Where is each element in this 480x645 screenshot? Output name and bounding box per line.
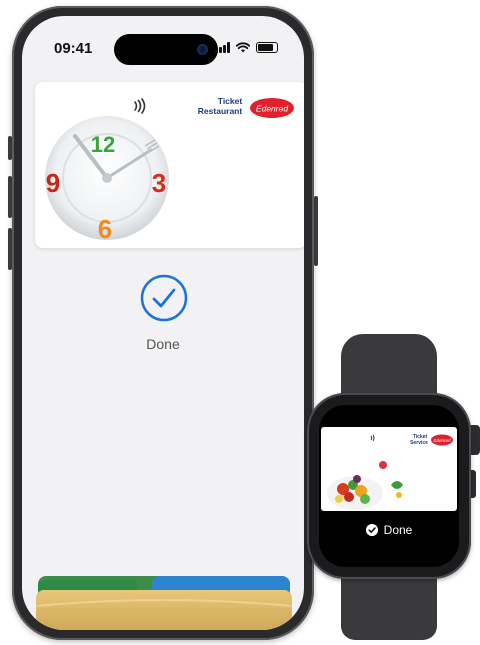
- brand-line2: Restaurant: [198, 106, 243, 116]
- watch-ticket-service-logo: Ticket Service Edenred: [410, 434, 453, 446]
- vegetable-salad-illustration: [327, 461, 403, 510]
- clock-digit-9: 9: [46, 168, 60, 198]
- brand-badge: Edenred: [256, 104, 288, 114]
- dynamic-island: [114, 34, 218, 65]
- done-label: Done: [146, 336, 180, 352]
- power-button: [314, 196, 318, 266]
- ticket-restaurant-logo: Ticket Restaurant Edenred: [198, 96, 294, 118]
- clock-digit-3: 3: [152, 168, 166, 198]
- watch-checkmark-icon: [365, 524, 378, 536]
- phone-screen: 09:41 Ticket Restaurant Edenred 12 3 6 9…: [22, 16, 304, 630]
- watch-done-label: Done: [383, 523, 413, 537]
- clock-plate-illustration: 12 3 6 9: [45, 116, 169, 244]
- status-time: 09:41: [54, 40, 93, 57]
- wifi-icon: [236, 42, 250, 53]
- brand-line1: Ticket: [218, 96, 243, 106]
- clock-digit-12: 12: [91, 132, 115, 157]
- checkmark-circle-icon: [140, 274, 188, 322]
- watch-screen: Ticket Service Edenred Done: [319, 405, 459, 567]
- watch-payment-card[interactable]: Ticket Service Edenred: [321, 427, 457, 511]
- battery-icon: [256, 42, 278, 53]
- volume-up-button: [8, 176, 12, 218]
- cellular-signal-icon: [215, 42, 230, 53]
- apple-watch-device: Ticket Service Edenred Done: [307, 393, 471, 579]
- payment-card[interactable]: Ticket Restaurant Edenred 12 3 6 9: [35, 82, 304, 248]
- status-icons: [215, 42, 278, 53]
- watch-contactless-icon: [370, 434, 375, 442]
- volume-down-button: [8, 228, 12, 270]
- clock-digit-6: 6: [98, 214, 112, 244]
- status-bar: 09:41: [22, 16, 304, 66]
- action-button: [8, 136, 12, 160]
- watch-brand-badge: Edenred: [433, 438, 451, 443]
- watch-brand-line2: Service: [410, 440, 428, 446]
- watch-done-row: Done: [319, 523, 459, 537]
- wallet-card-stack[interactable]: [32, 576, 294, 630]
- camera-icon: [197, 44, 208, 55]
- iphone-device: 09:41 Ticket Restaurant Edenred 12 3 6 9…: [8, 6, 318, 640]
